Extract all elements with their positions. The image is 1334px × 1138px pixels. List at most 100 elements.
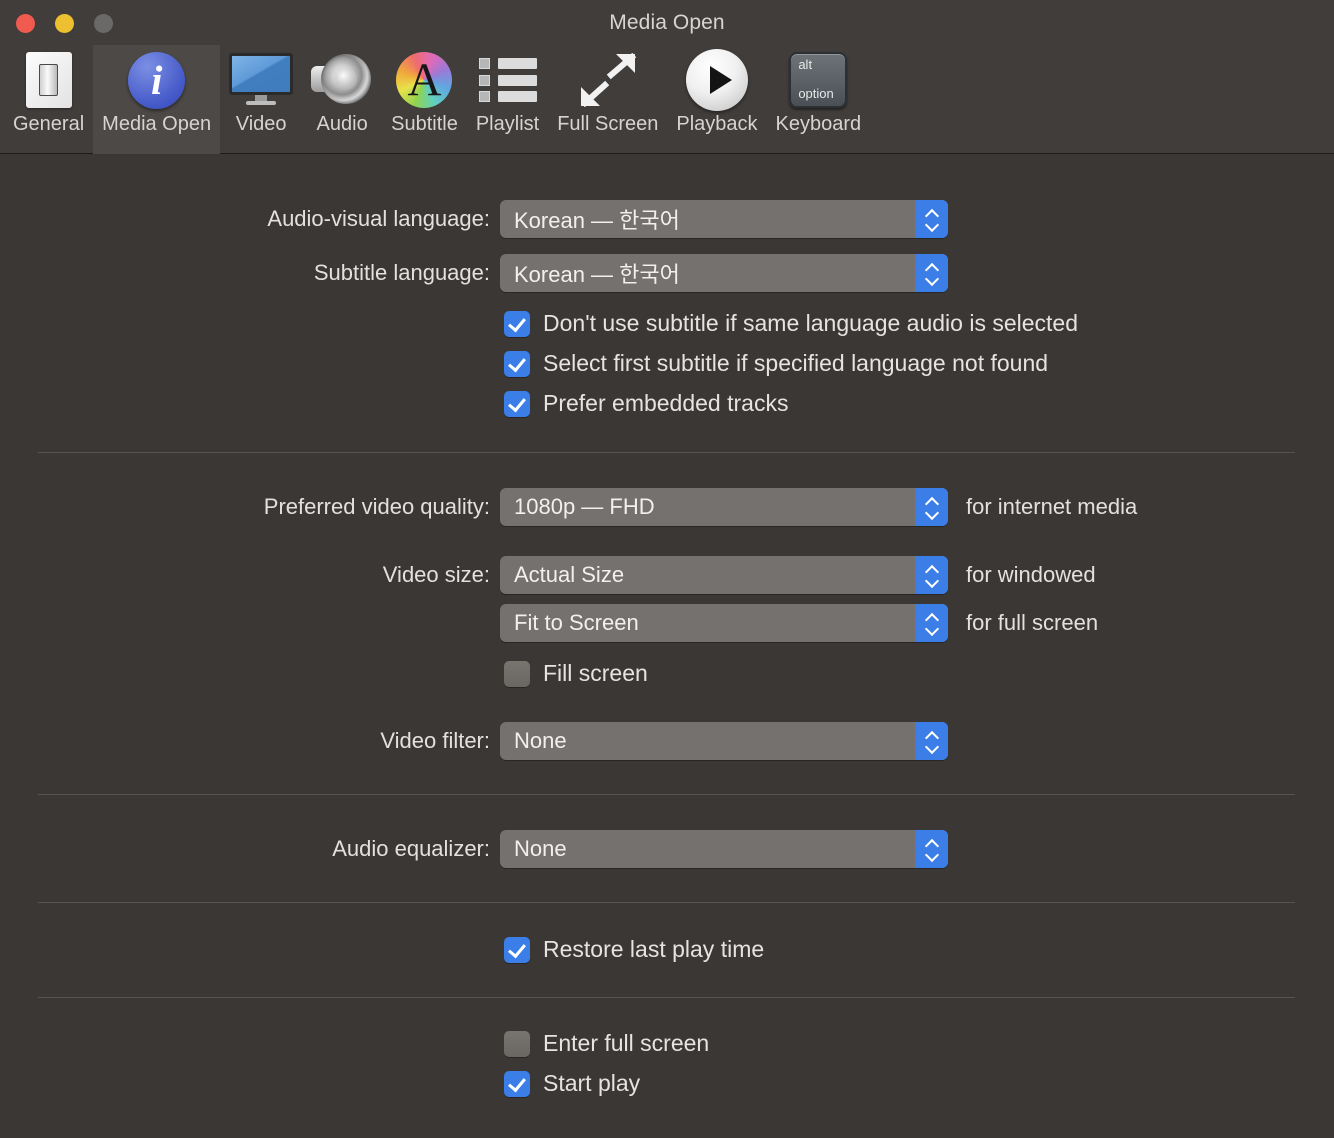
checkbox-row-fill-screen[interactable]: Fill screen	[504, 660, 648, 687]
divider-3	[38, 902, 1295, 903]
chevron-up-icon	[925, 264, 939, 272]
toolbar-label-audio: Audio	[317, 113, 368, 135]
checkbox-fill-screen[interactable]	[504, 661, 530, 687]
checkbox-label-prefer-embedded-tracks: Prefer embedded tracks	[543, 390, 788, 417]
label-audio-visual-language: Audio-visual language:	[210, 206, 490, 232]
divider-4	[38, 997, 1295, 998]
toolbar-item-media-open[interactable]: i Media Open	[93, 45, 220, 154]
label-video-size: Video size:	[204, 562, 490, 588]
select-video-filter-value: None	[500, 728, 567, 754]
checkbox-row-select-first-subtitle[interactable]: Select first subtitle if specified langu…	[504, 350, 1048, 377]
select-video-size-fullscreen[interactable]: Fit to Screen	[500, 604, 948, 642]
toolbar-item-video[interactable]: Video	[220, 45, 302, 154]
checkbox-label-restore-last-play-time: Restore last play time	[543, 936, 764, 963]
preferences-toolbar: General i Media Open Video	[0, 45, 1334, 154]
chevron-up-icon	[925, 498, 939, 506]
chevron-down-icon	[925, 509, 939, 517]
toolbar-label-keyboard: Keyboard	[776, 113, 862, 135]
select-video-filter[interactable]: None	[500, 722, 948, 760]
checkbox-label-enter-full-screen: Enter full screen	[543, 1030, 709, 1057]
checkbox-label-start-play: Start play	[543, 1070, 640, 1097]
toolbar-item-general[interactable]: General	[4, 45, 93, 154]
list-rows-icon	[479, 47, 537, 113]
play-button-icon	[686, 47, 748, 113]
select-subtitle-language-value: Korean — 한국어	[500, 257, 680, 289]
stepper-preferred-video-quality[interactable]	[915, 488, 948, 526]
toolbar-label-general: General	[13, 113, 84, 135]
toolbar-label-full-screen: Full Screen	[557, 113, 658, 135]
chevron-down-icon	[925, 577, 939, 585]
select-subtitle-language[interactable]: Korean — 한국어	[500, 254, 948, 292]
stepper-audio-visual-language[interactable]	[915, 200, 948, 238]
suffix-video-size-windowed: for windowed	[966, 562, 1096, 588]
chevron-down-icon	[925, 221, 939, 229]
row-video-size-fullscreen: Fit to Screen for full screen	[500, 604, 1098, 642]
label-subtitle-language: Subtitle language:	[210, 260, 490, 286]
select-audio-equalizer-value: None	[500, 836, 567, 862]
stepper-video-filter[interactable]	[915, 722, 948, 760]
select-preferred-video-quality-value: 1080p — FHD	[500, 494, 655, 520]
checkbox-dont-use-subtitle[interactable]	[504, 311, 530, 337]
row-audio-visual-language: Audio-visual language: Korean — 한국어	[210, 200, 948, 238]
checkbox-prefer-embedded-tracks[interactable]	[504, 391, 530, 417]
info-circle-icon: i	[128, 47, 185, 113]
label-audio-equalizer: Audio equalizer:	[204, 836, 490, 862]
chevron-down-icon	[925, 743, 939, 751]
toolbar-item-playlist[interactable]: Playlist	[467, 45, 548, 154]
select-audio-equalizer[interactable]: None	[500, 830, 948, 868]
checkbox-row-start-play[interactable]: Start play	[504, 1070, 640, 1097]
chevron-down-icon	[925, 625, 939, 633]
alt-option-key-icon: alt option	[789, 47, 847, 113]
checkbox-start-play[interactable]	[504, 1071, 530, 1097]
checkbox-row-enter-full-screen[interactable]: Enter full screen	[504, 1030, 709, 1057]
stepper-video-size-fullscreen[interactable]	[915, 604, 948, 642]
display-monitor-icon	[229, 47, 293, 113]
checkbox-row-prefer-embedded-tracks[interactable]: Prefer embedded tracks	[504, 390, 788, 417]
checkbox-select-first-subtitle[interactable]	[504, 351, 530, 377]
row-subtitle-language: Subtitle language: Korean — 한국어	[210, 254, 948, 292]
chevron-down-icon	[925, 851, 939, 859]
label-preferred-video-quality: Preferred video quality:	[204, 494, 490, 520]
suffix-preferred-video-quality: for internet media	[966, 494, 1137, 520]
label-video-filter: Video filter:	[204, 728, 490, 754]
window-title: Media Open	[0, 0, 1334, 45]
divider-1	[38, 452, 1295, 453]
suffix-video-size-fullscreen: for full screen	[966, 610, 1098, 636]
checkbox-row-restore-last-play-time[interactable]: Restore last play time	[504, 936, 764, 963]
chevron-down-icon	[925, 275, 939, 283]
row-video-filter: Video filter: None	[204, 722, 948, 760]
stepper-subtitle-language[interactable]	[915, 254, 948, 292]
key-alt-label: alt	[798, 58, 812, 72]
chevron-up-icon	[925, 840, 939, 848]
expand-arrows-icon	[577, 47, 639, 113]
row-preferred-video-quality: Preferred video quality: 1080p — FHD for…	[204, 488, 1137, 526]
row-video-size-windowed: Video size: Actual Size for windowed	[204, 556, 1096, 594]
checkbox-enter-full-screen[interactable]	[504, 1031, 530, 1057]
toolbar-label-video: Video	[236, 113, 287, 135]
toolbar-item-subtitle[interactable]: A Subtitle	[382, 45, 467, 154]
key-option-label: option	[798, 87, 833, 101]
rainbow-letter-a-icon: A	[396, 47, 452, 113]
select-video-size-windowed[interactable]: Actual Size	[500, 556, 948, 594]
toolbar-label-playlist: Playlist	[476, 113, 539, 135]
chevron-up-icon	[925, 732, 939, 740]
select-audio-visual-language[interactable]: Korean — 한국어	[500, 200, 948, 238]
select-video-size-windowed-value: Actual Size	[500, 562, 624, 588]
toolbar-item-playback[interactable]: Playback	[667, 45, 766, 154]
preferences-window: Media Open General i Media Open Vi	[0, 0, 1334, 1138]
checkbox-row-dont-use-subtitle[interactable]: Don't use subtitle if same language audi…	[504, 310, 1078, 337]
stepper-audio-equalizer[interactable]	[915, 830, 948, 868]
checkbox-label-fill-screen: Fill screen	[543, 660, 648, 687]
toolbar-item-audio[interactable]: Audio	[302, 45, 382, 154]
light-switch-icon	[26, 47, 72, 113]
checkbox-label-select-first-subtitle: Select first subtitle if specified langu…	[543, 350, 1048, 377]
select-preferred-video-quality[interactable]: 1080p — FHD	[500, 488, 948, 526]
toolbar-item-keyboard[interactable]: alt option Keyboard	[767, 45, 871, 154]
checkbox-label-dont-use-subtitle: Don't use subtitle if same language audi…	[543, 310, 1078, 337]
row-audio-equalizer: Audio equalizer: None	[204, 830, 948, 868]
toolbar-item-full-screen[interactable]: Full Screen	[548, 45, 667, 154]
checkbox-restore-last-play-time[interactable]	[504, 937, 530, 963]
speaker-icon	[311, 47, 373, 113]
preferences-content: Audio-visual language: Korean — 한국어 Subt…	[0, 154, 1334, 1137]
stepper-video-size-windowed[interactable]	[915, 556, 948, 594]
